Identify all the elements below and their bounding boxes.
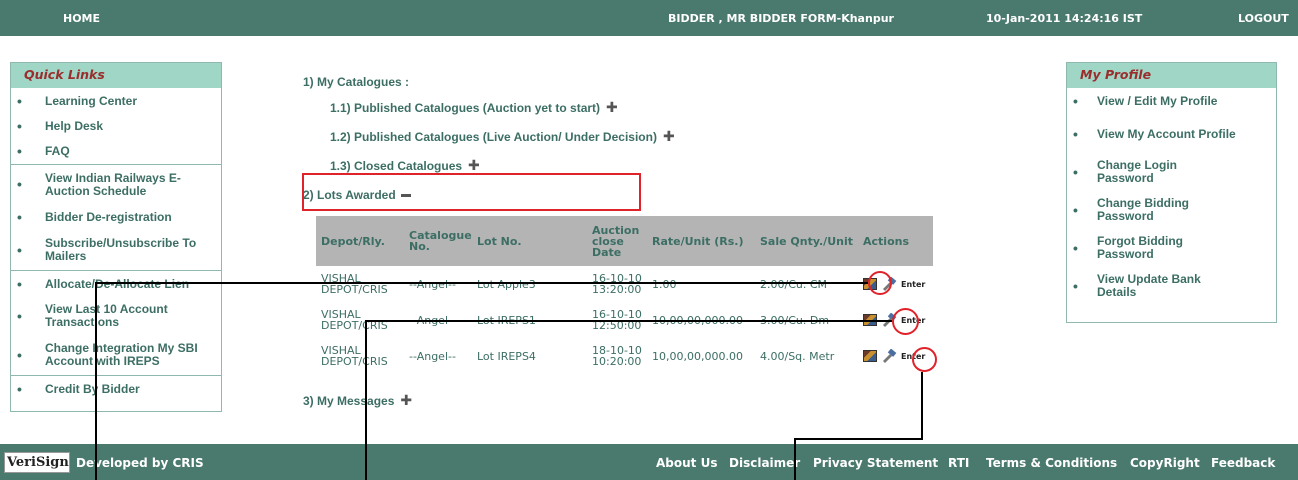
bullet-icon: •: [1073, 125, 1078, 142]
bullet-icon: •: [1073, 163, 1078, 180]
closed-catalogues[interactable]: 1.3) Closed Catalogues ✚: [330, 158, 480, 173]
callout-line: [921, 372, 923, 440]
quick-links-panel: Quick Links • Learning Center • Help Desk …: [10, 62, 222, 412]
quick-link-sbi-integration[interactable]: • Change Integration My SBI Account with …: [11, 335, 221, 375]
enter-icon[interactable]: Enter: [901, 279, 925, 290]
hammer-icon-highlight-circle: [892, 308, 919, 335]
my-messages[interactable]: 3) My Messages ✚: [303, 393, 412, 408]
bullet-icon: •: [17, 176, 22, 192]
expand-plus-icon[interactable]: ✚: [468, 158, 480, 172]
my-catalogues-heading: 1) My Catalogues :: [303, 75, 410, 89]
view-icon-highlight-circle: [868, 271, 892, 295]
bullet-icon: •: [17, 208, 22, 225]
published-catalogues-yet-to-start[interactable]: 1.1) Published Catalogues (Auction yet t…: [330, 100, 618, 115]
bullet-icon: •: [17, 92, 22, 109]
lots-awarded-highlight-box: [302, 173, 641, 211]
bullet-icon: •: [1073, 277, 1078, 294]
quick-link-subscribe-mailers[interactable]: • Subscribe/Unsubscribe To Mailers: [11, 230, 221, 270]
col-depot: Depot/Rly.: [316, 216, 404, 266]
published-yet-label: 1.1) Published Catalogues (Auction yet t…: [330, 101, 601, 115]
bullet-icon: •: [17, 275, 22, 292]
user-info: BIDDER , MR BIDDER FORM-Khanpur: [668, 12, 894, 25]
quick-link-bidder-deregistration[interactable]: • Bidder De-registration: [11, 204, 221, 230]
enter-icon-highlight-circle: [912, 347, 937, 372]
published-catalogues-live[interactable]: 1.2) Published Catalogues (Live Auction/…: [330, 129, 675, 144]
expand-plus-icon[interactable]: ✚: [606, 100, 618, 114]
profile-link-account-profile[interactable]: • View My Account Profile: [1067, 115, 1276, 153]
callout-line: [365, 320, 892, 322]
bullet-icon: •: [17, 241, 22, 258]
my-profile-title: My Profile: [1067, 63, 1276, 88]
col-lot: Lot No.: [472, 216, 587, 266]
expand-plus-icon[interactable]: ✚: [663, 129, 675, 143]
bullet-icon: •: [1073, 239, 1078, 256]
expand-plus-icon[interactable]: ✚: [400, 393, 412, 407]
table-row: VISHAL DEPOT/CRIS --Angel-- Lot IREPS4 1…: [316, 338, 933, 374]
quick-links-title: Quick Links: [11, 63, 221, 88]
bullet-icon: •: [1073, 201, 1078, 218]
profile-link-update-bank-details[interactable]: • View Update Bank Details: [1067, 267, 1276, 305]
callout-line: [794, 438, 923, 440]
callout-line: [794, 438, 796, 480]
profile-link-forgot-bidding-password[interactable]: • Forgot Bidding Password: [1067, 229, 1276, 267]
table-header-row: Depot/Rly. Catalogue No. Lot No. Auction…: [316, 216, 933, 266]
callout-line: [365, 320, 367, 480]
profile-link-view-edit[interactable]: • View / Edit My Profile: [1067, 88, 1276, 115]
col-rate: Rate/Unit (Rs.): [647, 216, 755, 266]
footer-bar: VeriSign Developed by CRIS About Us Disc…: [0, 444, 1298, 480]
quick-link-faq[interactable]: • FAQ: [11, 139, 221, 164]
callout-line: [95, 282, 868, 284]
view-details-icon[interactable]: [863, 350, 877, 362]
col-close-date: Auction close Date: [587, 216, 647, 266]
footer-link-disclaimer[interactable]: Disclaimer: [729, 456, 800, 470]
quick-link-help-desk[interactable]: • Help Desk: [11, 114, 221, 139]
table-row: VISHAL DEPOT/CRIS --Angel-- Lot Apple3 1…: [316, 266, 933, 302]
bullet-icon: •: [1073, 93, 1078, 109]
lots-awarded-table: Depot/Rly. Catalogue No. Lot No. Auction…: [316, 216, 933, 374]
bullet-icon: •: [17, 118, 22, 134]
footer-link-about-us[interactable]: About Us: [656, 456, 717, 470]
quick-link-auction-schedule[interactable]: • View Indian Railways E-Auction Schedule: [11, 164, 221, 204]
quick-link-learning-center[interactable]: • Learning Center: [11, 88, 221, 114]
quick-link-credit-by-bidder[interactable]: • Credit By Bidder: [11, 375, 221, 403]
col-actions: Actions: [858, 216, 933, 266]
profile-link-change-bidding-password[interactable]: • Change Bidding Password: [1067, 191, 1276, 229]
bullet-icon: •: [17, 346, 22, 363]
my-profile-panel: My Profile • View / Edit My Profile • View…: [1066, 62, 1277, 323]
footer-link-copyright[interactable]: CopyRight: [1130, 456, 1200, 470]
footer-link-privacy[interactable]: Privacy Statement: [813, 456, 938, 470]
footer-link-terms[interactable]: Terms & Conditions: [986, 456, 1117, 470]
my-messages-label: 3) My Messages: [303, 394, 395, 408]
profile-link-change-login-password[interactable]: • Change Login Password: [1067, 153, 1276, 191]
bullet-icon: •: [17, 307, 22, 324]
bullet-icon: •: [17, 381, 22, 397]
verisign-logo[interactable]: VeriSign: [4, 452, 70, 473]
bullet-icon: •: [17, 143, 22, 159]
quick-link-last-transactions[interactable]: • View Last 10 Account Transactions: [11, 297, 221, 335]
logout-link[interactable]: LOGOUT: [1238, 12, 1289, 25]
closed-catalogues-label: 1.3) Closed Catalogues: [330, 159, 463, 173]
top-navigation-bar: HOME BIDDER , MR BIDDER FORM-Khanpur 10-…: [0, 0, 1298, 36]
auction-hammer-icon[interactable]: [881, 348, 897, 363]
published-live-label: 1.2) Published Catalogues (Live Auction/…: [330, 130, 657, 144]
col-quantity: Sale Qnty./Unit: [755, 216, 858, 266]
col-catalogue: Catalogue No.: [404, 216, 472, 266]
callout-line: [95, 282, 97, 480]
server-datetime: 10-Jan-2011 14:24:16 IST: [986, 12, 1143, 25]
footer-link-rti[interactable]: RTI: [948, 456, 969, 470]
footer-link-feedback[interactable]: Feedback: [1211, 456, 1275, 470]
home-link[interactable]: HOME: [63, 12, 100, 25]
